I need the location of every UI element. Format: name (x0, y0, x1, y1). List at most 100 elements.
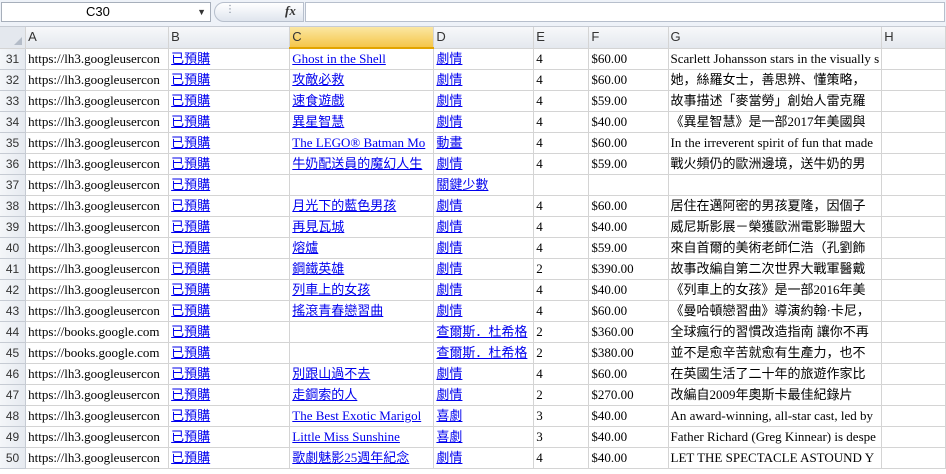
cell-d[interactable]: 劇情 (433, 300, 535, 322)
cell-c[interactable]: 列車上的女孩 (289, 279, 435, 301)
cell-b[interactable]: 已預購 (168, 426, 291, 448)
column-header[interactable]: A (25, 27, 170, 49)
cell-h[interactable] (881, 132, 946, 154)
cell-a[interactable]: https://lh3.googleusercon (25, 153, 170, 175)
cell-e[interactable]: 4 (533, 279, 590, 301)
cell-e[interactable]: 4 (533, 300, 590, 322)
cell-g[interactable]: 故事改編自第二次世界大戰軍醫戴 (668, 258, 883, 280)
cell-h[interactable] (881, 342, 946, 364)
cell-g[interactable]: 居住在邁阿密的男孩夏隆，因個子 (668, 195, 883, 217)
cell-f[interactable]: $60.00 (588, 195, 669, 217)
cell-e[interactable]: 4 (533, 195, 590, 217)
cell-d[interactable]: 劇情 (433, 195, 535, 217)
cell-e[interactable]: 3 (533, 426, 590, 448)
row-header[interactable]: 42 (0, 279, 27, 301)
cell-h[interactable] (881, 48, 946, 70)
column-header[interactable]: B (168, 27, 291, 49)
cell-g[interactable]: Scarlett Johansson stars in the visually… (668, 48, 883, 70)
cell-b[interactable]: 已預購 (168, 69, 291, 91)
cell-b[interactable]: 已預購 (168, 321, 291, 343)
cell-f[interactable]: $60.00 (588, 300, 669, 322)
cell-d[interactable]: 喜劇 (433, 405, 535, 427)
row-header[interactable]: 39 (0, 216, 27, 238)
cell-c[interactable]: 歌劇魅影25週年紀念 (289, 447, 435, 469)
cell-b[interactable]: 已預購 (168, 132, 291, 154)
cell-h[interactable] (881, 426, 946, 448)
cell-g[interactable]: 戰火頻仍的歐洲邊境，送牛奶的男 (668, 153, 883, 175)
row-header[interactable]: 31 (0, 48, 27, 70)
cell-e[interactable]: 3 (533, 405, 590, 427)
cell-e[interactable]: 4 (533, 216, 590, 238)
cell-a[interactable]: https://lh3.googleusercon (25, 447, 170, 469)
cell-f[interactable]: $59.00 (588, 90, 669, 112)
cell-h[interactable] (881, 384, 946, 406)
cell-d[interactable]: 劇情 (433, 48, 535, 70)
cell-b[interactable]: 已預購 (168, 363, 291, 385)
cell-d[interactable]: 動畫 (433, 132, 535, 154)
cell-c[interactable]: Little Miss Sunshine (289, 426, 435, 448)
cell-d[interactable]: 劇情 (433, 279, 535, 301)
cell-a[interactable]: https://lh3.googleusercon (25, 48, 170, 70)
cell-f[interactable] (588, 174, 669, 196)
cell-e[interactable]: 4 (533, 447, 590, 469)
cell-a[interactable]: https://books.google.com (25, 342, 170, 364)
cell-f[interactable]: $270.00 (588, 384, 669, 406)
cell-g[interactable]: 《曼哈頓戀習曲》導演約翰·卡尼， (668, 300, 883, 322)
cell-b[interactable]: 已預購 (168, 48, 291, 70)
cell-e[interactable]: 4 (533, 90, 590, 112)
row-header[interactable]: 50 (0, 447, 27, 469)
cell-h[interactable] (881, 363, 946, 385)
row-header[interactable]: 34 (0, 111, 27, 133)
cell-g[interactable]: 來自首爾的美術老師仁浩（孔劉飾 (668, 237, 883, 259)
cell-h[interactable] (881, 258, 946, 280)
cell-h[interactable] (881, 216, 946, 238)
cell-g[interactable]: In the irreverent spirit of fun that mad… (668, 132, 883, 154)
cell-b[interactable]: 已預購 (168, 258, 291, 280)
cell-h[interactable] (881, 321, 946, 343)
cell-f[interactable]: $380.00 (588, 342, 669, 364)
cell-g[interactable]: LET THE SPECTACLE ASTOUND Y (668, 447, 883, 469)
cell-h[interactable] (881, 447, 946, 469)
cell-h[interactable] (881, 279, 946, 301)
column-header[interactable]: H (881, 27, 946, 49)
cell-a[interactable]: https://lh3.googleusercon (25, 195, 170, 217)
cell-f[interactable]: $60.00 (588, 132, 669, 154)
cell-d[interactable]: 關鍵少數 (433, 174, 535, 196)
cell-e[interactable]: 2 (533, 321, 590, 343)
cell-c[interactable]: Ghost in the Shell (289, 48, 435, 70)
cell-f[interactable]: $40.00 (588, 279, 669, 301)
name-box[interactable]: C30 ▼ (1, 2, 211, 22)
cell-f[interactable]: $360.00 (588, 321, 669, 343)
row-header[interactable]: 40 (0, 237, 27, 259)
column-header[interactable]: F (588, 27, 669, 49)
cell-b[interactable]: 已預購 (168, 447, 291, 469)
cell-b[interactable]: 已預購 (168, 174, 291, 196)
cell-d[interactable]: 劇情 (433, 216, 535, 238)
cell-a[interactable]: https://lh3.googleusercon (25, 405, 170, 427)
cell-h[interactable] (881, 69, 946, 91)
cell-c[interactable]: The Best Exotic Marigol (289, 405, 435, 427)
cell-h[interactable] (881, 405, 946, 427)
column-header[interactable]: E (533, 27, 590, 49)
cell-f[interactable]: $59.00 (588, 153, 669, 175)
cell-a[interactable]: https://lh3.googleusercon (25, 216, 170, 238)
cell-f[interactable]: $40.00 (588, 447, 669, 469)
row-header[interactable]: 33 (0, 90, 27, 112)
cell-b[interactable]: 已預購 (168, 279, 291, 301)
select-all-button[interactable] (0, 27, 27, 49)
cell-e[interactable]: 2 (533, 384, 590, 406)
cell-a[interactable]: https://lh3.googleusercon (25, 363, 170, 385)
row-header[interactable]: 41 (0, 258, 27, 280)
column-header-active[interactable]: C (289, 27, 435, 49)
cell-c[interactable]: 鋼鐵英雄 (289, 258, 435, 280)
cell-d[interactable]: 劇情 (433, 69, 535, 91)
cell-c[interactable] (289, 321, 435, 343)
cell-b[interactable]: 已預購 (168, 300, 291, 322)
cell-g[interactable]: 並不是愈辛苦就愈有生產力，也不 (668, 342, 883, 364)
cell-d[interactable]: 劇情 (433, 363, 535, 385)
cell-e[interactable]: 2 (533, 258, 590, 280)
cell-a[interactable]: https://lh3.googleusercon (25, 258, 170, 280)
cell-b[interactable]: 已預購 (168, 384, 291, 406)
column-header[interactable]: D (433, 27, 535, 49)
cell-g[interactable]: Father Richard (Greg Kinnear) is despe (668, 426, 883, 448)
